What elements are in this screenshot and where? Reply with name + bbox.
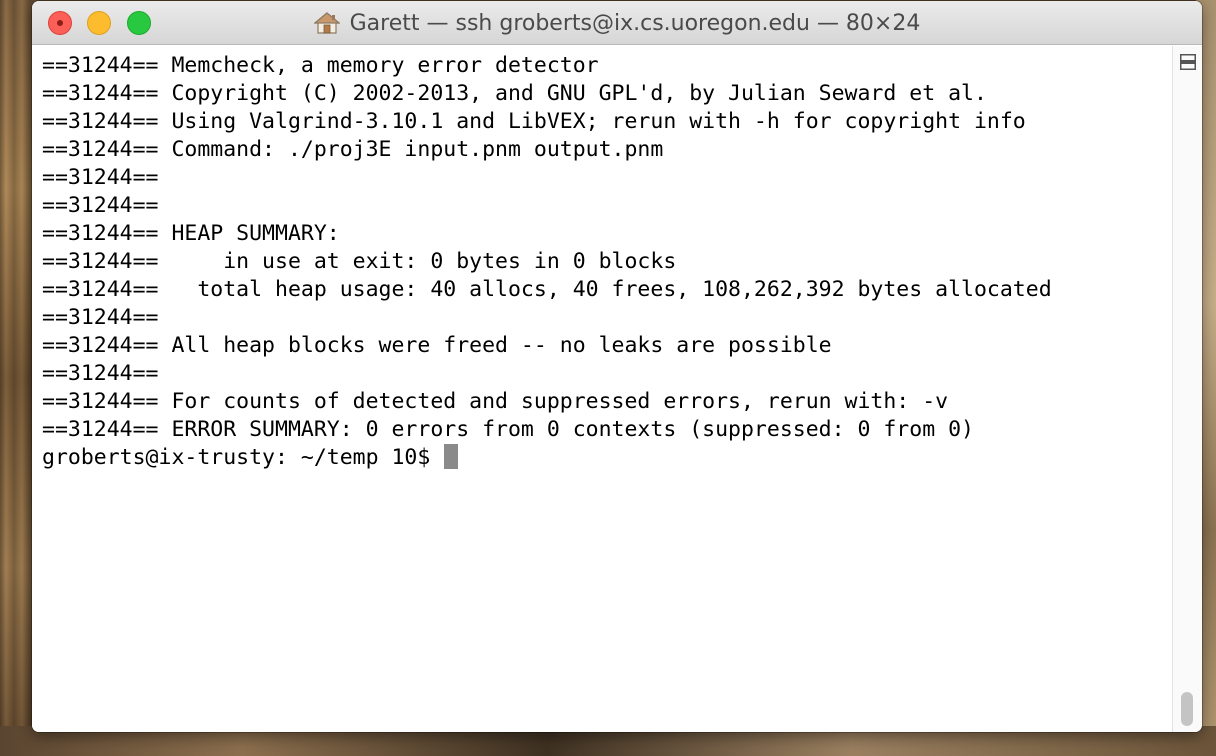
output-line: ==31244== — [42, 165, 159, 190]
output-line: ==31244== Command: ./proj3E input.pnm ou… — [42, 137, 664, 162]
terminal-output[interactable]: ==31244== Memcheck, a memory error detec… — [32, 46, 1172, 732]
prompt-line[interactable]: groberts@ix-trusty: ~/temp 10$ — [42, 444, 1172, 472]
shell-prompt: groberts@ix-trusty: ~/temp 10$ — [42, 445, 444, 470]
output-line: ==31244== total heap usage: 40 allocs, 4… — [42, 277, 1052, 302]
output-line: ==31244== ERROR SUMMARY: 0 errors from 0… — [42, 417, 974, 442]
output-line: ==31244== in use at exit: 0 bytes in 0 b… — [42, 249, 677, 274]
output-line: ==31244== Using Valgrind-3.10.1 and LibV… — [42, 109, 1026, 134]
scrollbar-column — [1172, 46, 1202, 732]
text-cursor — [444, 444, 459, 469]
output-line: ==31244== Memcheck, a memory error detec… — [42, 53, 599, 78]
output-line: ==31244== — [42, 193, 159, 218]
window-title-text: Garett — ssh groberts@ix.cs.uoregon.edu … — [349, 10, 921, 36]
home-icon — [312, 11, 341, 35]
scrollbar-thumb[interactable] — [1181, 692, 1193, 726]
output-line: ==31244== Copyright (C) 2002-2013, and G… — [42, 81, 987, 106]
output-line: ==31244== For counts of detected and sup… — [42, 389, 949, 414]
output-line: ==31244== — [42, 361, 159, 386]
output-line: ==31244== All heap blocks were freed -- … — [42, 333, 832, 358]
output-line: ==31244== HEAP SUMMARY: — [42, 221, 340, 246]
terminal-window: Garett — ssh groberts@ix.cs.uoregon.edu … — [32, 1, 1202, 732]
title-bar[interactable]: Garett — ssh groberts@ix.cs.uoregon.edu … — [32, 1, 1202, 45]
split-pane-icon[interactable] — [1180, 54, 1196, 70]
window-title: Garett — ssh groberts@ix.cs.uoregon.edu … — [32, 1, 1202, 45]
output-line: ==31244== — [42, 305, 159, 330]
